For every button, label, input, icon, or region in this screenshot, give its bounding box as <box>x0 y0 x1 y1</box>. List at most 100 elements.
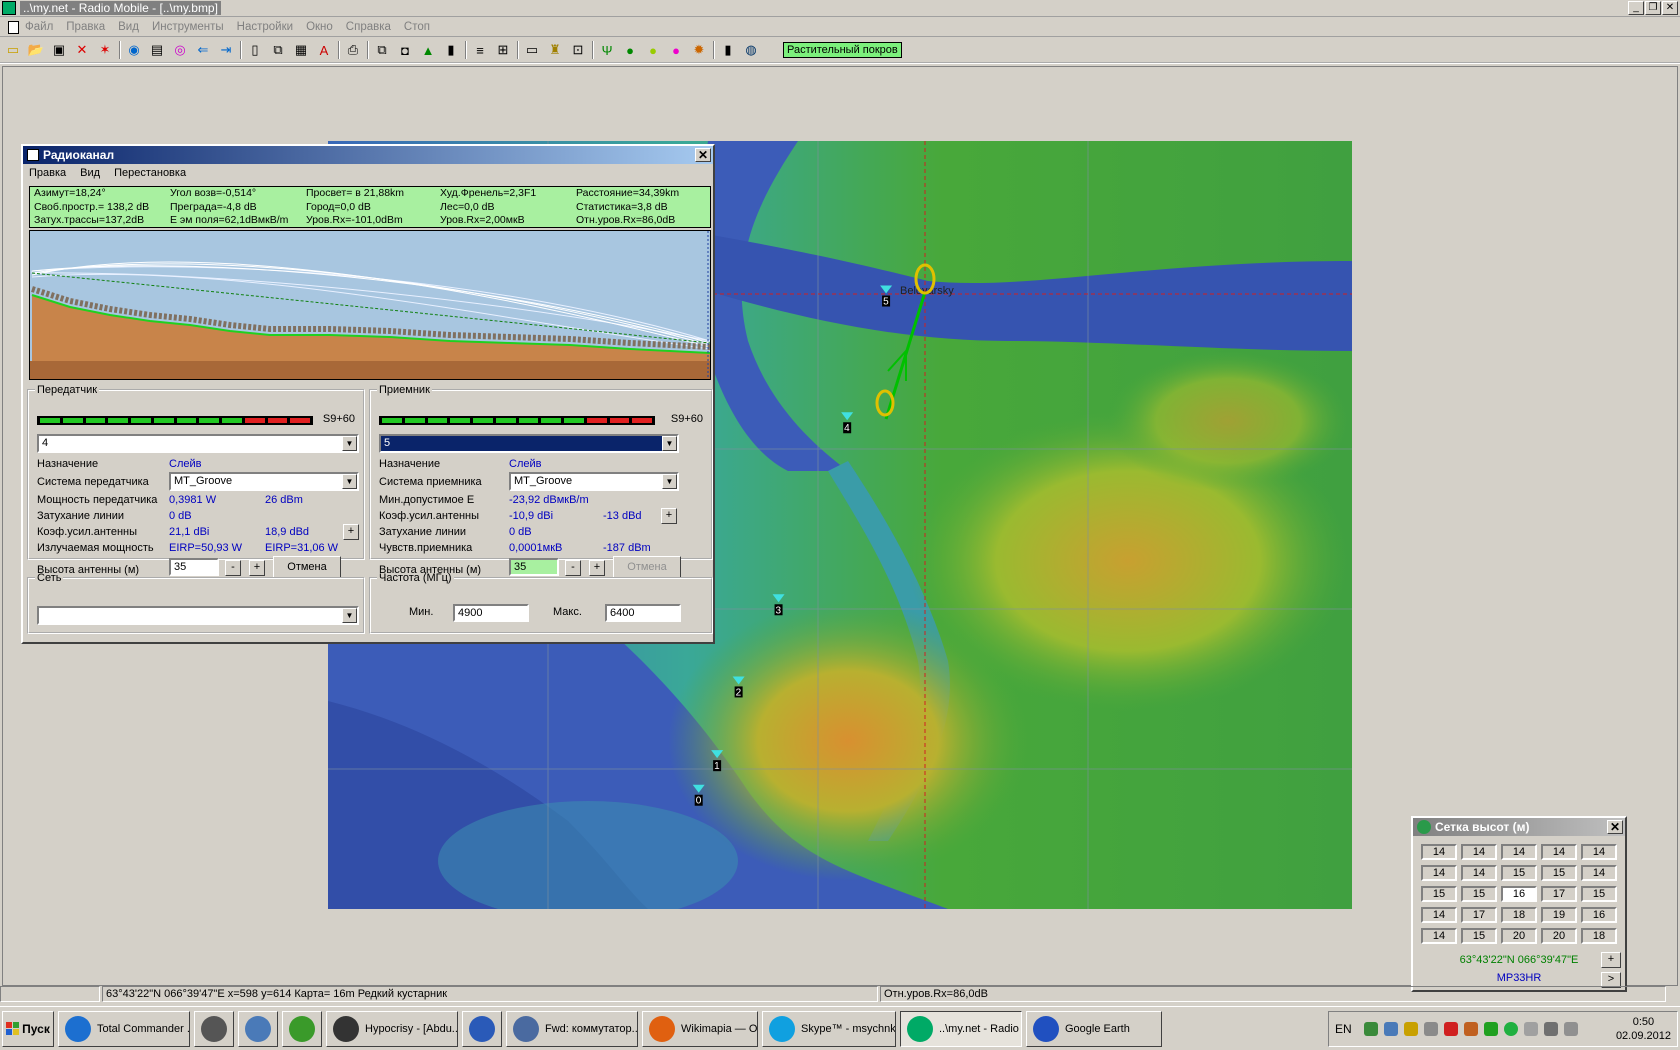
tx-unit-select[interactable]: 4 ▼ <box>37 434 359 453</box>
arrow-left-icon[interactable]: ⇐ <box>194 41 212 59</box>
save-icon[interactable]: ▣ <box>50 41 68 59</box>
window-title: ..\my.net - Radio Mobile - [..\my.bmp] <box>20 1 221 15</box>
taskbar-button[interactable]: Fwd: коммутатор... <box>506 1010 638 1047</box>
display-tray-icon[interactable] <box>1543 1022 1558 1036</box>
radio-dialog-title: Радиоканал <box>43 148 115 162</box>
chevron-down-icon[interactable]: ▼ <box>662 436 677 451</box>
radio-link-dialog: Радиоканал ✕ Правка Вид Перестановка Ази… <box>21 144 715 644</box>
target-icon[interactable]: ◎ <box>171 41 189 59</box>
grid-icon[interactable]: ⊞ <box>494 41 512 59</box>
chevron-down-icon[interactable]: ▼ <box>342 608 357 623</box>
flag-tray-icon[interactable] <box>1523 1022 1538 1036</box>
vegetation-toggle[interactable]: Растительный покров <box>783 42 902 58</box>
taskbar-button[interactable] <box>194 1010 234 1047</box>
print-icon[interactable]: ⎙ <box>344 41 362 59</box>
menu-view[interactable]: Вид <box>118 21 139 33</box>
radio-menu-swap[interactable]: Перестановка <box>114 167 186 179</box>
radio-menu-edit[interactable]: Правка <box>29 167 66 179</box>
tower-icon[interactable]: ♜ <box>546 41 564 59</box>
rx-unit-select[interactable]: 5 ▼ <box>379 434 679 453</box>
open-icon[interactable]: 📂 <box>27 41 45 59</box>
taskbar-button[interactable]: Hypocrisy - [Abdu... <box>326 1010 458 1047</box>
yellow-globe-icon[interactable]: ● <box>644 41 662 59</box>
freq-min-input[interactable]: 4900 <box>453 604 529 622</box>
network-select[interactable]: ▼ <box>37 606 359 625</box>
ruler-icon[interactable]: ≡ <box>471 41 489 59</box>
menu-window[interactable]: Окно <box>306 21 333 33</box>
disk-icon[interactable]: ▤ <box>148 41 166 59</box>
tx-system-select[interactable]: MT_Groove ▼ <box>169 472 359 491</box>
arrow-right-icon[interactable]: ⇥ <box>217 41 235 59</box>
rx-gain-label: Коэф.усил.антенны <box>379 510 480 522</box>
taskbar-button[interactable] <box>462 1010 502 1047</box>
taskbar-button[interactable]: Skype™ - msychnk <box>762 1010 896 1047</box>
zoom-icon[interactable]: ⊡ <box>569 41 587 59</box>
page-icon[interactable]: ▯ <box>246 41 264 59</box>
app-tray-icon[interactable] <box>1423 1022 1438 1036</box>
taskbar-button[interactable]: Total Commander ... <box>58 1010 190 1047</box>
clock[interactable]: 0:50 02.09.2012 <box>1616 1015 1671 1043</box>
chevron-down-icon[interactable]: ▼ <box>342 436 357 451</box>
earth-icon[interactable]: ◍ <box>742 41 760 59</box>
antenna-icon[interactable]: Ψ <box>598 41 616 59</box>
taskbar-button[interactable] <box>238 1010 278 1047</box>
globe-icon[interactable]: ◉ <box>125 41 143 59</box>
taskbar-button[interactable]: Wikimapia — Опи... <box>642 1010 758 1047</box>
chevron-down-icon[interactable]: ▼ <box>662 474 677 489</box>
info-tray-icon[interactable] <box>1503 1022 1518 1036</box>
pink-globe-icon[interactable]: ● <box>667 41 685 59</box>
new-icon[interactable]: ▭ <box>4 41 22 59</box>
radio-menu-view[interactable]: Вид <box>80 167 100 179</box>
menu-file[interactable]: Файл <box>25 21 53 33</box>
menu-settings[interactable]: Настройки <box>237 21 293 33</box>
link-icon[interactable]: ✶ <box>96 41 114 59</box>
elevation-cell: 14 <box>1461 865 1497 881</box>
freq-max-input[interactable]: 6400 <box>605 604 681 622</box>
restore-button[interactable]: ❐ <box>1645 1 1661 15</box>
camera-icon[interactable]: ◘ <box>396 41 414 59</box>
network-tray-icon[interactable] <box>1363 1022 1378 1036</box>
monitor-tray-icon[interactable] <box>1383 1022 1398 1036</box>
volume-tray-icon[interactable] <box>1463 1022 1478 1036</box>
rx-min-e-label: Мин.допустимое Е <box>379 494 475 506</box>
close-icon[interactable]: ✕ <box>1607 820 1623 834</box>
pdf-icon[interactable]: A <box>315 41 333 59</box>
multi-icon[interactable]: ✹ <box>690 41 708 59</box>
shield-tray-icon[interactable] <box>1403 1022 1418 1036</box>
taskbar-button[interactable]: ..\my.net - Radio ... <box>900 1010 1022 1047</box>
language-indicator[interactable]: EN <box>1335 1022 1352 1036</box>
phone-icon[interactable]: ▮ <box>719 41 737 59</box>
green-globe-icon[interactable]: ● <box>621 41 639 59</box>
rx-system-select[interactable]: MT_Groove ▼ <box>509 472 679 491</box>
security-tray-icon[interactable] <box>1483 1022 1498 1036</box>
terrain-icon[interactable]: ▲ <box>419 41 437 59</box>
copy-icon[interactable]: ⧉ <box>269 41 287 59</box>
speaker-tray-icon[interactable] <box>1563 1022 1578 1036</box>
network-icon[interactable]: ✕ <box>73 41 91 59</box>
window-icon[interactable]: ▭ <box>523 41 541 59</box>
taskbar-app-icon <box>333 1015 359 1042</box>
gradient-icon[interactable]: ▮ <box>442 41 460 59</box>
chevron-down-icon[interactable]: ▼ <box>342 474 357 489</box>
menu-tools[interactable]: Инструменты <box>152 21 224 33</box>
clock-time: 0:50 <box>1632 1016 1655 1028</box>
app-window: ..\my.net - Radio Mobile - [..\my.bmp] _… <box>0 0 1680 1050</box>
taskbar-button[interactable]: Google Earth <box>1026 1010 1162 1047</box>
tx-gain-plus-button[interactable]: + <box>343 524 359 540</box>
close-button[interactable]: ✕ <box>1662 1 1678 15</box>
film-icon[interactable]: ▦ <box>292 41 310 59</box>
info-cell: Уров.Rx=-101,0dBm <box>306 214 403 226</box>
rx-gain-plus-button[interactable]: + <box>661 508 677 524</box>
menu-help[interactable]: Справка <box>346 21 391 33</box>
menu-stop[interactable]: Стоп <box>404 21 430 33</box>
menu-edit[interactable]: Правка <box>66 21 105 33</box>
clipboard-icon[interactable]: ⧉ <box>373 41 391 59</box>
elevation-plus-button[interactable]: + <box>1601 952 1621 968</box>
alert-tray-icon[interactable] <box>1443 1022 1458 1036</box>
menu-bar: Файл Правка Вид Инструменты Настройки Ок… <box>0 18 1680 37</box>
minimize-button[interactable]: _ <box>1628 1 1644 15</box>
taskbar-button[interactable] <box>282 1010 322 1047</box>
start-button[interactable]: Пуск <box>2 1010 54 1047</box>
site-marker-label: 4 <box>844 423 850 434</box>
close-icon[interactable]: ✕ <box>695 148 711 162</box>
